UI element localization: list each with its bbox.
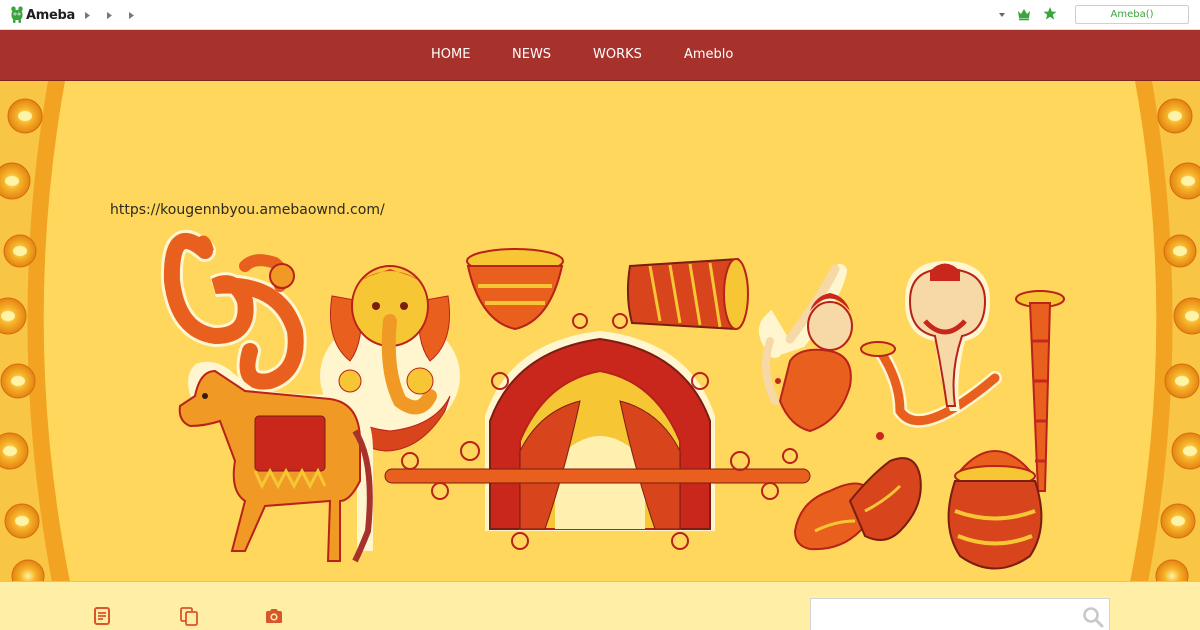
nav-home[interactable]: HOME — [431, 47, 470, 62]
ameba-login-button[interactable]: Ameba() — [1075, 5, 1189, 24]
pot-figure — [947, 450, 1043, 570]
flute-figure — [1015, 290, 1065, 492]
om-symbol — [160, 230, 307, 393]
horn-figure — [860, 341, 1002, 440]
slippers-figure — [793, 457, 922, 551]
nav-works[interactable]: WORKS — [593, 47, 642, 62]
search-box — [810, 598, 1110, 630]
camera-icon[interactable] — [264, 606, 284, 626]
bowl-figure — [466, 248, 564, 331]
ameba-mascot-icon — [11, 6, 23, 23]
document-icon[interactable] — [92, 606, 112, 626]
nav-news[interactable]: NEWS — [512, 47, 551, 62]
pages-icon[interactable] — [179, 606, 199, 626]
nav-ameblo[interactable]: Ameblo — [684, 47, 733, 62]
ameba-logo-text: Ameba — [26, 7, 76, 23]
crown-icon[interactable] — [1017, 7, 1031, 21]
chevron-right-icon[interactable] — [106, 10, 113, 20]
drum-figure — [626, 257, 749, 331]
content-toolbar — [0, 582, 1200, 630]
ameba-logo[interactable]: Ameba — [10, 5, 75, 25]
main-nav: HOME NEWS WORKS Ameblo — [0, 30, 1200, 81]
chevron-right-icon[interactable] — [84, 10, 91, 20]
indian-folk-art-illustration — [0, 81, 1200, 581]
search-icon[interactable] — [1082, 606, 1104, 628]
search-input[interactable] — [819, 605, 1069, 627]
chevron-right-icon[interactable] — [128, 10, 135, 20]
hero-banner: https://kougennbyou.amebaownd.com/ — [0, 81, 1200, 582]
caret-down-icon[interactable] — [998, 9, 1006, 21]
site-url-text[interactable]: https://kougennbyou.amebaownd.com/ — [110, 202, 385, 218]
right-floral-border — [1130, 81, 1200, 581]
left-floral-border — [0, 81, 70, 581]
dancer-figure — [759, 264, 853, 433]
breadcrumb — [84, 10, 135, 20]
ameba-header: Ameba Ameba() — [0, 0, 1200, 30]
star-icon[interactable] — [1043, 6, 1057, 22]
horse-figure — [178, 361, 373, 563]
